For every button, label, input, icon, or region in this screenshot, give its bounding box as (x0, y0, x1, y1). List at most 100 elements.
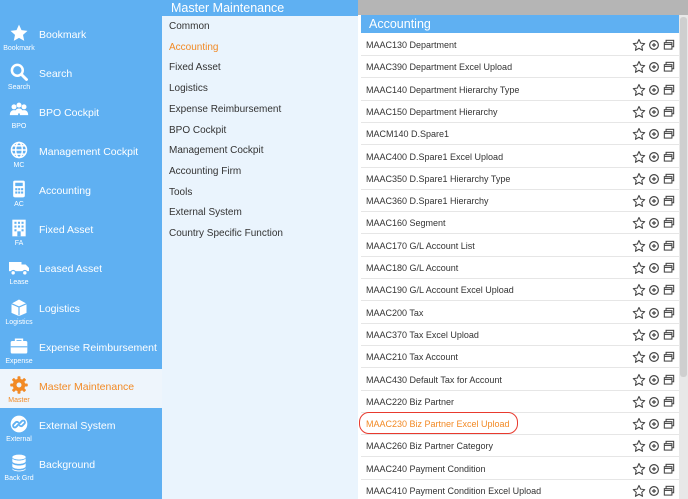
add-button[interactable] (647, 373, 661, 387)
add-button[interactable] (647, 328, 661, 342)
nav-item-search[interactable]: Search Search (0, 56, 162, 95)
nav-item-bpo-cockpit[interactable]: BPO BPO Cockpit (0, 95, 162, 134)
nav-item-accounting[interactable]: AC Accounting (0, 173, 162, 212)
open-window-button[interactable] (662, 216, 676, 230)
add-button[interactable] (647, 60, 661, 74)
category-bpo-cockpit[interactable]: BPO Cockpit (169, 125, 226, 136)
function-link[interactable]: MAAC200 Tax (366, 308, 423, 318)
bookmark-button[interactable] (632, 417, 646, 431)
function-link[interactable]: MAAC220 Biz Partner (366, 397, 454, 407)
add-button[interactable] (647, 484, 661, 498)
bookmark-button[interactable] (632, 105, 646, 119)
bookmark-button[interactable] (632, 38, 646, 52)
nav-item-master-maintenance[interactable]: Master Master Maintenance (0, 369, 162, 408)
bookmark-button[interactable] (632, 194, 646, 208)
function-link[interactable]: MAAC360 D.Spare1 Hierarchy (366, 196, 489, 206)
open-window-button[interactable] (662, 328, 676, 342)
bookmark-button[interactable] (632, 484, 646, 498)
function-link[interactable]: MAAC230 Biz Partner Excel Upload (366, 419, 510, 429)
open-window-button[interactable] (662, 306, 676, 320)
function-link[interactable]: MAAC240 Payment Condition (366, 464, 486, 474)
add-button[interactable] (647, 306, 661, 320)
function-link[interactable]: MACM140 D.Spare1 (366, 129, 449, 139)
open-window-button[interactable] (662, 60, 676, 74)
function-link[interactable]: MAAC400 D.Spare1 Excel Upload (366, 152, 503, 162)
nav-item-management-cockpit[interactable]: MC Management Cockpit (0, 134, 162, 173)
function-link[interactable]: MAAC370 Tax Excel Upload (366, 330, 479, 340)
category-common[interactable]: Common (169, 21, 210, 32)
function-link[interactable]: MAAC260 Biz Partner Category (366, 441, 493, 451)
function-link[interactable]: MAAC150 Department Hierarchy (366, 107, 498, 117)
add-button[interactable] (647, 439, 661, 453)
open-window-button[interactable] (662, 150, 676, 164)
nav-item-external-system[interactable]: External External System (0, 408, 162, 447)
function-link[interactable]: MAAC350 D.Spare1 Hierarchy Type (366, 174, 510, 184)
open-window-button[interactable] (662, 261, 676, 275)
add-button[interactable] (647, 127, 661, 141)
add-button[interactable] (647, 216, 661, 230)
add-button[interactable] (647, 83, 661, 97)
bookmark-button[interactable] (632, 462, 646, 476)
open-window-button[interactable] (662, 395, 676, 409)
nav-item-fixed-asset[interactable]: FA Fixed Asset (0, 212, 162, 251)
open-window-button[interactable] (662, 172, 676, 186)
category-accounting-firm[interactable]: Accounting Firm (169, 166, 241, 177)
category-fixed-asset[interactable]: Fixed Asset (169, 62, 221, 73)
category-accounting[interactable]: Accounting (169, 42, 218, 53)
add-button[interactable] (647, 38, 661, 52)
category-expense-reimbursement[interactable]: Expense Reimbursement (169, 104, 281, 115)
category-external-system[interactable]: External System (169, 207, 242, 218)
bookmark-button[interactable] (632, 306, 646, 320)
add-button[interactable] (647, 283, 661, 297)
open-window-button[interactable] (662, 239, 676, 253)
nav-item-expense-reimbursement[interactable]: Expense Expense Reimbursement (0, 330, 162, 369)
bookmark-button[interactable] (632, 261, 646, 275)
category-management-cockpit[interactable]: Management Cockpit (169, 145, 264, 156)
add-button[interactable] (647, 417, 661, 431)
bookmark-button[interactable] (632, 350, 646, 364)
add-button[interactable] (647, 395, 661, 409)
open-window-button[interactable] (662, 373, 676, 387)
open-window-button[interactable] (662, 127, 676, 141)
function-link[interactable]: MAAC390 Department Excel Upload (366, 62, 512, 72)
function-link[interactable]: MAAC160 Segment (366, 218, 446, 228)
nav-item-bookmark[interactable]: Bookmark Bookmark (0, 17, 162, 56)
scrollbar-thumb[interactable] (680, 17, 687, 377)
open-window-button[interactable] (662, 462, 676, 476)
bookmark-button[interactable] (632, 216, 646, 230)
function-link[interactable]: MAAC180 G/L Account (366, 263, 458, 273)
open-window-button[interactable] (662, 194, 676, 208)
function-link[interactable]: MAAC190 G/L Account Excel Upload (366, 285, 514, 295)
bookmark-button[interactable] (632, 150, 646, 164)
function-link[interactable]: MAAC140 Department Hierarchy Type (366, 85, 519, 95)
add-button[interactable] (647, 462, 661, 476)
bookmark-button[interactable] (632, 328, 646, 342)
add-button[interactable] (647, 105, 661, 119)
open-window-button[interactable] (662, 484, 676, 498)
bookmark-button[interactable] (632, 60, 646, 74)
category-logistics[interactable]: Logistics (169, 83, 208, 94)
category-tools[interactable]: Tools (169, 187, 192, 198)
nav-item-logistics[interactable]: Logistics Logistics (0, 291, 162, 330)
scrollbar[interactable] (679, 15, 688, 499)
function-link[interactable]: MAAC130 Department (366, 40, 457, 50)
nav-item-leased-asset[interactable]: Lease Leased Asset (0, 251, 162, 290)
open-window-button[interactable] (662, 83, 676, 97)
function-link[interactable]: MAAC170 G/L Account List (366, 241, 475, 251)
bookmark-button[interactable] (632, 127, 646, 141)
function-link[interactable]: MAAC430 Default Tax for Account (366, 375, 502, 385)
function-link[interactable]: MAAC210 Tax Account (366, 352, 458, 362)
open-window-button[interactable] (662, 105, 676, 119)
bookmark-button[interactable] (632, 395, 646, 409)
bookmark-button[interactable] (632, 439, 646, 453)
open-window-button[interactable] (662, 417, 676, 431)
open-window-button[interactable] (662, 439, 676, 453)
add-button[interactable] (647, 261, 661, 275)
bookmark-button[interactable] (632, 373, 646, 387)
open-window-button[interactable] (662, 38, 676, 52)
bookmark-button[interactable] (632, 172, 646, 186)
add-button[interactable] (647, 239, 661, 253)
add-button[interactable] (647, 194, 661, 208)
bookmark-button[interactable] (632, 283, 646, 297)
bookmark-button[interactable] (632, 83, 646, 97)
